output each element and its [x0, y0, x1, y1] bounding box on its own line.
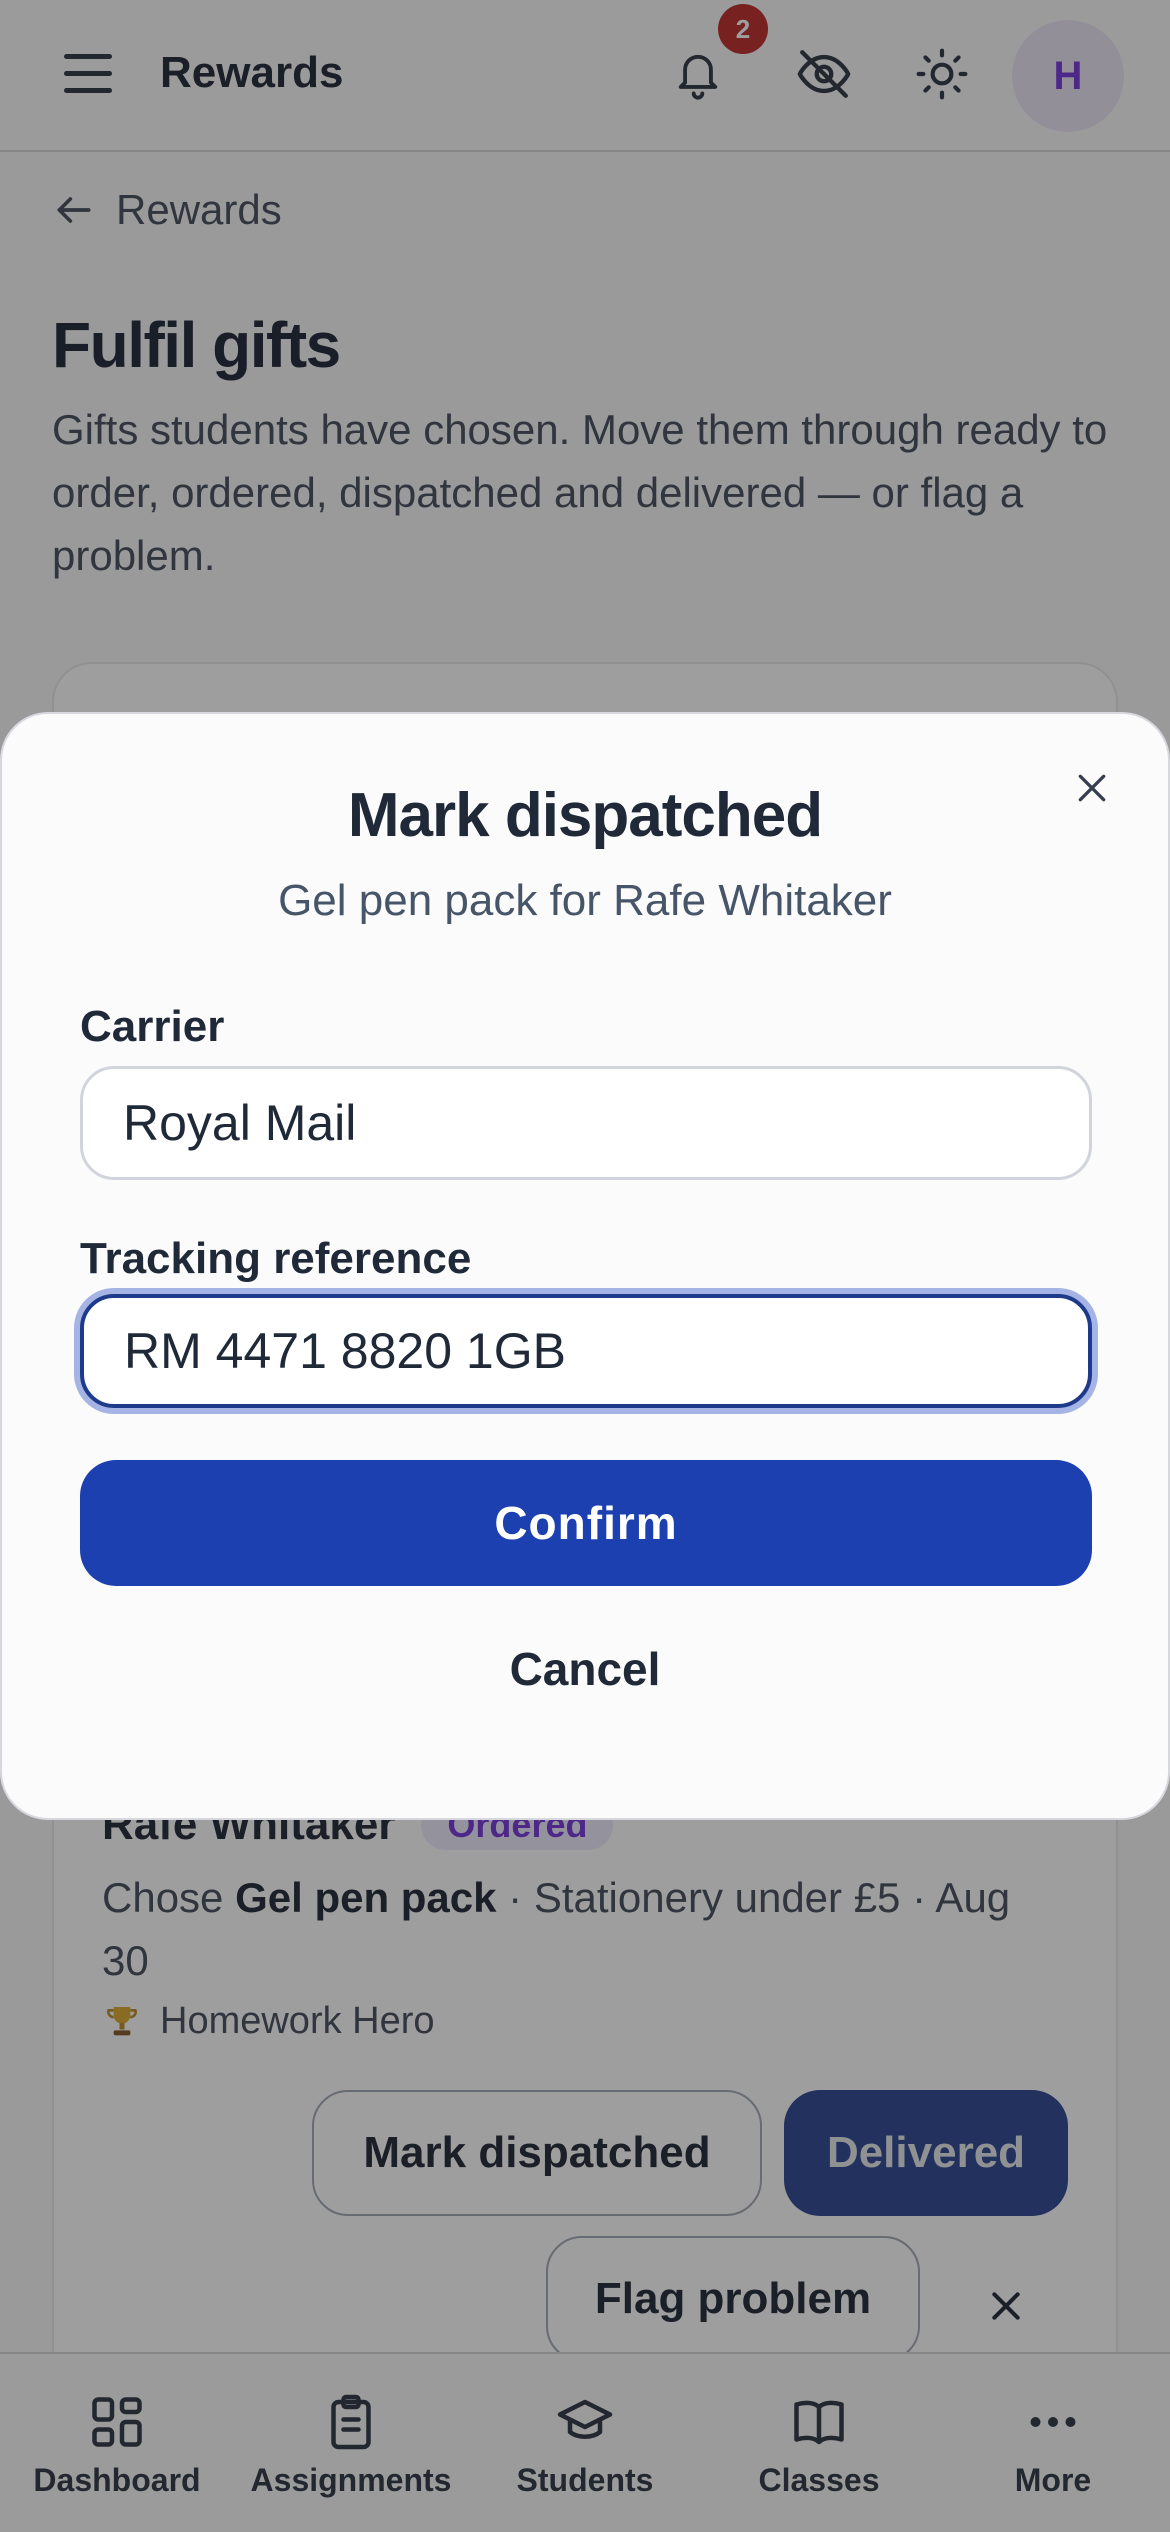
tracking-reference-input[interactable]: RM 4471 8820 1GB [80, 1294, 1092, 1408]
tracking-reference-label: Tracking reference [80, 1234, 472, 1283]
dialog-title: Mark dispatched [347, 781, 823, 850]
carrier-value: Royal Mail [123, 1095, 357, 1151]
carrier-input[interactable]: Royal Mail [80, 1066, 1092, 1180]
carrier-label: Carrier [80, 1002, 225, 1051]
tracking-reference-value: RM 4471 8820 1GB [124, 1323, 566, 1379]
dialog-subtitle: Gel pen pack for Rafe Whitaker [278, 876, 892, 925]
confirm-button[interactable]: Confirm [80, 1460, 1092, 1586]
cancel-button[interactable]: Cancel [0, 1642, 1170, 1696]
